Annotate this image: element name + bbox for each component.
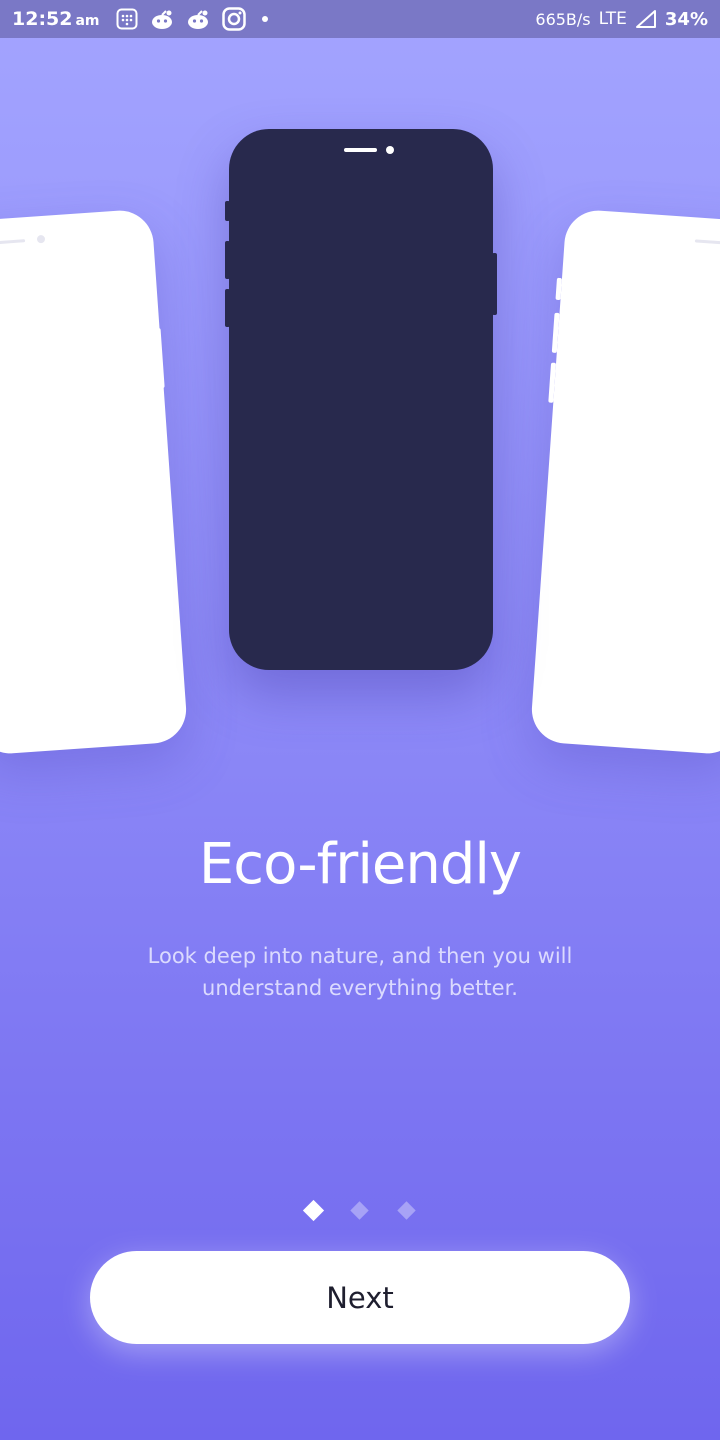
phone-side-button — [555, 277, 562, 301]
dot-icon — [258, 12, 272, 26]
reddit-icon — [150, 8, 174, 30]
instagram-icon — [221, 7, 246, 31]
phone-mockup-right — [529, 208, 720, 756]
onboarding-title: Eco-friendly — [198, 832, 522, 897]
phone-mockup-center — [225, 129, 497, 670]
page-indicator — [0, 1199, 720, 1222]
battery-level: 34% — [664, 8, 708, 30]
phone-speaker — [694, 239, 720, 245]
phone-side-button — [492, 253, 497, 315]
network-type: LTE — [598, 9, 627, 29]
status-right: 665B/s LTE 34% — [535, 9, 708, 30]
network-speed: 665B/s — [535, 9, 591, 29]
onboarding-subtitle: Look deep into nature, and then you will… — [147, 944, 573, 1000]
phone-camera — [386, 146, 394, 154]
status-ampm: am — [75, 13, 100, 29]
reddit-icon — [186, 8, 210, 30]
phone-mockup-left — [0, 208, 189, 756]
phone-speaker — [0, 239, 26, 245]
calculator-icon — [116, 8, 138, 30]
phone-side-button — [155, 327, 165, 389]
page-dot[interactable] — [350, 1201, 369, 1220]
signal-icon — [635, 9, 657, 29]
page-dot-active[interactable] — [302, 1199, 325, 1222]
phone-camera — [36, 234, 46, 244]
page-dot[interactable] — [397, 1201, 416, 1220]
phone-speaker — [344, 148, 377, 152]
next-button[interactable]: Next — [90, 1251, 630, 1344]
status-time: 12:52 — [12, 8, 73, 30]
phone-side-button — [225, 289, 230, 327]
status-bar: 12:52 am 665B/s LTE 34% — [0, 0, 720, 38]
phone-side-button — [548, 362, 557, 403]
notification-icons — [116, 7, 272, 31]
phone-side-button — [551, 312, 560, 353]
phone-side-button — [225, 201, 230, 221]
phone-side-button — [225, 241, 230, 279]
